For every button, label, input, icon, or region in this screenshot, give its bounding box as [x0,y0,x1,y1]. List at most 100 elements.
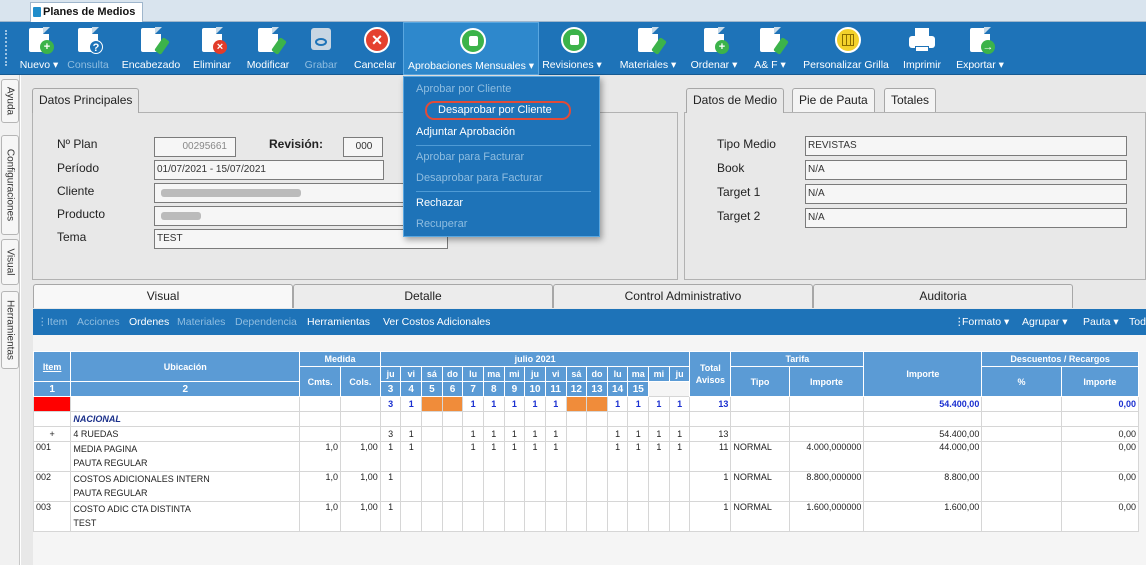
plan-field[interactable]: 00295661 [154,137,236,157]
day-count-cell[interactable]: 1 [482,426,505,442]
day-count-cell[interactable]: 1 [482,441,505,472]
date-cell[interactable]: 3 [379,381,402,397]
day-count-cell[interactable] [565,396,588,412]
subgroup-row[interactable]: +4 RUEDAS 3 1 1 1 1 1 1 1 1 1 1 13 54.400,00 0,00 [32,426,1140,442]
ordenes-menu[interactable]: Ordenes [129,309,169,335]
day-count-cell[interactable]: 1 [379,441,402,472]
day-count-cell[interactable]: 1 [544,396,567,412]
expand-toggle[interactable]: + [32,426,72,442]
day-count-cell[interactable] [586,396,608,412]
header-tarifa-importe[interactable]: Importe [788,366,865,397]
tab-visual[interactable]: Visual [33,284,293,308]
day-count-cell[interactable] [400,501,423,532]
day-count-cell[interactable] [421,426,443,442]
book-field[interactable]: N/A [805,160,1127,180]
menu-aprobar-por-cliente[interactable]: Aprobar por Cliente [416,83,511,95]
menu-aprobar-para-facturar[interactable]: Aprobar para Facturar [416,151,524,163]
day-count-cell[interactable] [565,471,588,502]
encabezado-button[interactable]: Encabezado [117,22,185,75]
day-count-cell[interactable] [421,441,443,472]
day-count-cell[interactable]: 1 [648,426,670,442]
target1-field[interactable]: N/A [805,184,1127,204]
row-indicator[interactable] [32,396,72,412]
header-desc-importe[interactable]: Importe [1060,366,1140,397]
day-count-cell[interactable]: 1 [648,396,670,412]
day-count-cell[interactable]: 1 [503,396,526,412]
revision-field[interactable]: 000 [343,137,383,157]
dependencia-menu[interactable]: Dependencia [235,309,297,335]
date-cell[interactable]: 8 [482,381,505,397]
header-item[interactable]: Item [32,351,72,382]
item-menu[interactable]: Item [47,309,67,335]
table-row[interactable]: 001 MEDIA PAGINA PAUTA REGULAR 1,0 1,00 1 1 1 1 1… [32,441,1140,472]
revisiones-button[interactable]: Revisiones ▾ [541,22,603,75]
tab-auditoria[interactable]: Auditoria [813,284,1073,308]
day-count-cell[interactable] [441,441,464,472]
day-count-cell[interactable]: 1 [524,396,546,412]
agrupar-menu[interactable]: Agrupar ▾ [1022,309,1068,335]
day-count-cell[interactable] [627,471,650,502]
date-cell[interactable]: 2 [70,381,301,397]
tab-planes-de-medios[interactable]: Planes de Medios [30,2,143,22]
date-cell[interactable]: 6 [441,381,464,397]
date-cell[interactable]: 1 [32,381,72,397]
day-count-cell[interactable]: 1 [462,441,484,472]
grand-total-row[interactable]: 3 1 1 1 1 1 1 1 1 1 1 13 54.400,00 0,00 [32,396,1140,412]
ver-costos-adicionales-menu[interactable]: Ver Costos Adicionales [383,309,490,335]
personalizar-grilla-button[interactable]: Personalizar Grilla [797,22,895,75]
pauta-menu[interactable]: Pauta ▾ [1083,309,1119,335]
day-count-cell[interactable]: 3 [379,426,402,442]
modificar-button[interactable]: Modificar [240,22,296,75]
consulta-button[interactable]: ? Consulta [63,22,113,75]
date-cell[interactable]: 15 [627,381,650,397]
day-count-cell[interactable] [503,501,526,532]
header-importe[interactable]: Importe [863,351,983,397]
day-count-cell[interactable] [462,471,484,502]
menu-recuperar[interactable]: Recuperar [416,218,467,230]
day-count-cell[interactable] [586,426,608,442]
day-count-cell[interactable] [544,501,567,532]
day-count-cell[interactable] [648,471,670,502]
date-cell[interactable]: 12 [565,381,588,397]
day-count-cell[interactable] [421,396,443,412]
menu-adjuntar-aprobacion[interactable]: Adjuntar Aprobación [416,126,515,138]
group-row[interactable]: NACIONAL [32,411,1140,427]
cancelar-button[interactable]: × Cancelar [350,22,400,75]
table-row[interactable]: 002 COSTOS ADICIONALES INTERN PAUTA REGULA… [32,471,1140,502]
date-cell[interactable]: 9 [503,381,526,397]
day-count-cell[interactable]: 1 [627,441,650,472]
day-count-cell[interactable] [648,501,670,532]
producto-field[interactable] [154,206,414,226]
tab-pie-de-pauta[interactable]: Pie de Pauta [792,88,875,112]
toolbar-grip[interactable] [5,30,7,66]
grabar-button[interactable]: Grabar [301,22,341,75]
eliminar-button[interactable]: × Eliminar [188,22,236,75]
header-ubicacion[interactable]: Ubicación [70,351,301,382]
day-count-cell[interactable] [441,471,464,502]
day-count-cell[interactable] [606,471,629,502]
day-count-cell[interactable] [586,471,608,502]
todo-menu[interactable]: Todo [1129,309,1146,335]
day-count-cell[interactable]: 1 [462,426,484,442]
sidetab-ayuda[interactable]: Ayuda [1,79,19,123]
header-pct[interactable]: % [981,366,1062,397]
day-count-cell[interactable] [441,501,464,532]
day-count-cell[interactable] [421,501,443,532]
target2-field[interactable]: N/A [805,208,1127,228]
ordenar-button[interactable]: + Ordenar ▾ [686,22,742,75]
tab-totales[interactable]: Totales [884,88,937,112]
periodo-field[interactable]: 01/07/2021 - 15/07/2021 [154,160,384,180]
date-cell[interactable]: 11 [544,381,567,397]
day-count-cell[interactable]: 1 [503,426,526,442]
day-count-cell[interactable] [627,501,650,532]
imprimir-button[interactable]: Imprimir [898,22,946,75]
day-count-cell[interactable] [565,426,588,442]
table-row[interactable]: 003 COSTO ADIC CTA DISTINTA TEST 1,0 1,00 1 1 N… [32,501,1140,532]
day-count-cell[interactable] [524,501,546,532]
day-count-cell[interactable]: 1 [606,441,629,472]
day-count-cell[interactable] [544,471,567,502]
day-count-cell[interactable]: 3 [379,396,402,412]
day-count-cell[interactable] [441,396,464,412]
exportar-button[interactable]: → Exportar ▾ [951,22,1009,75]
day-count-cell[interactable] [400,471,423,502]
